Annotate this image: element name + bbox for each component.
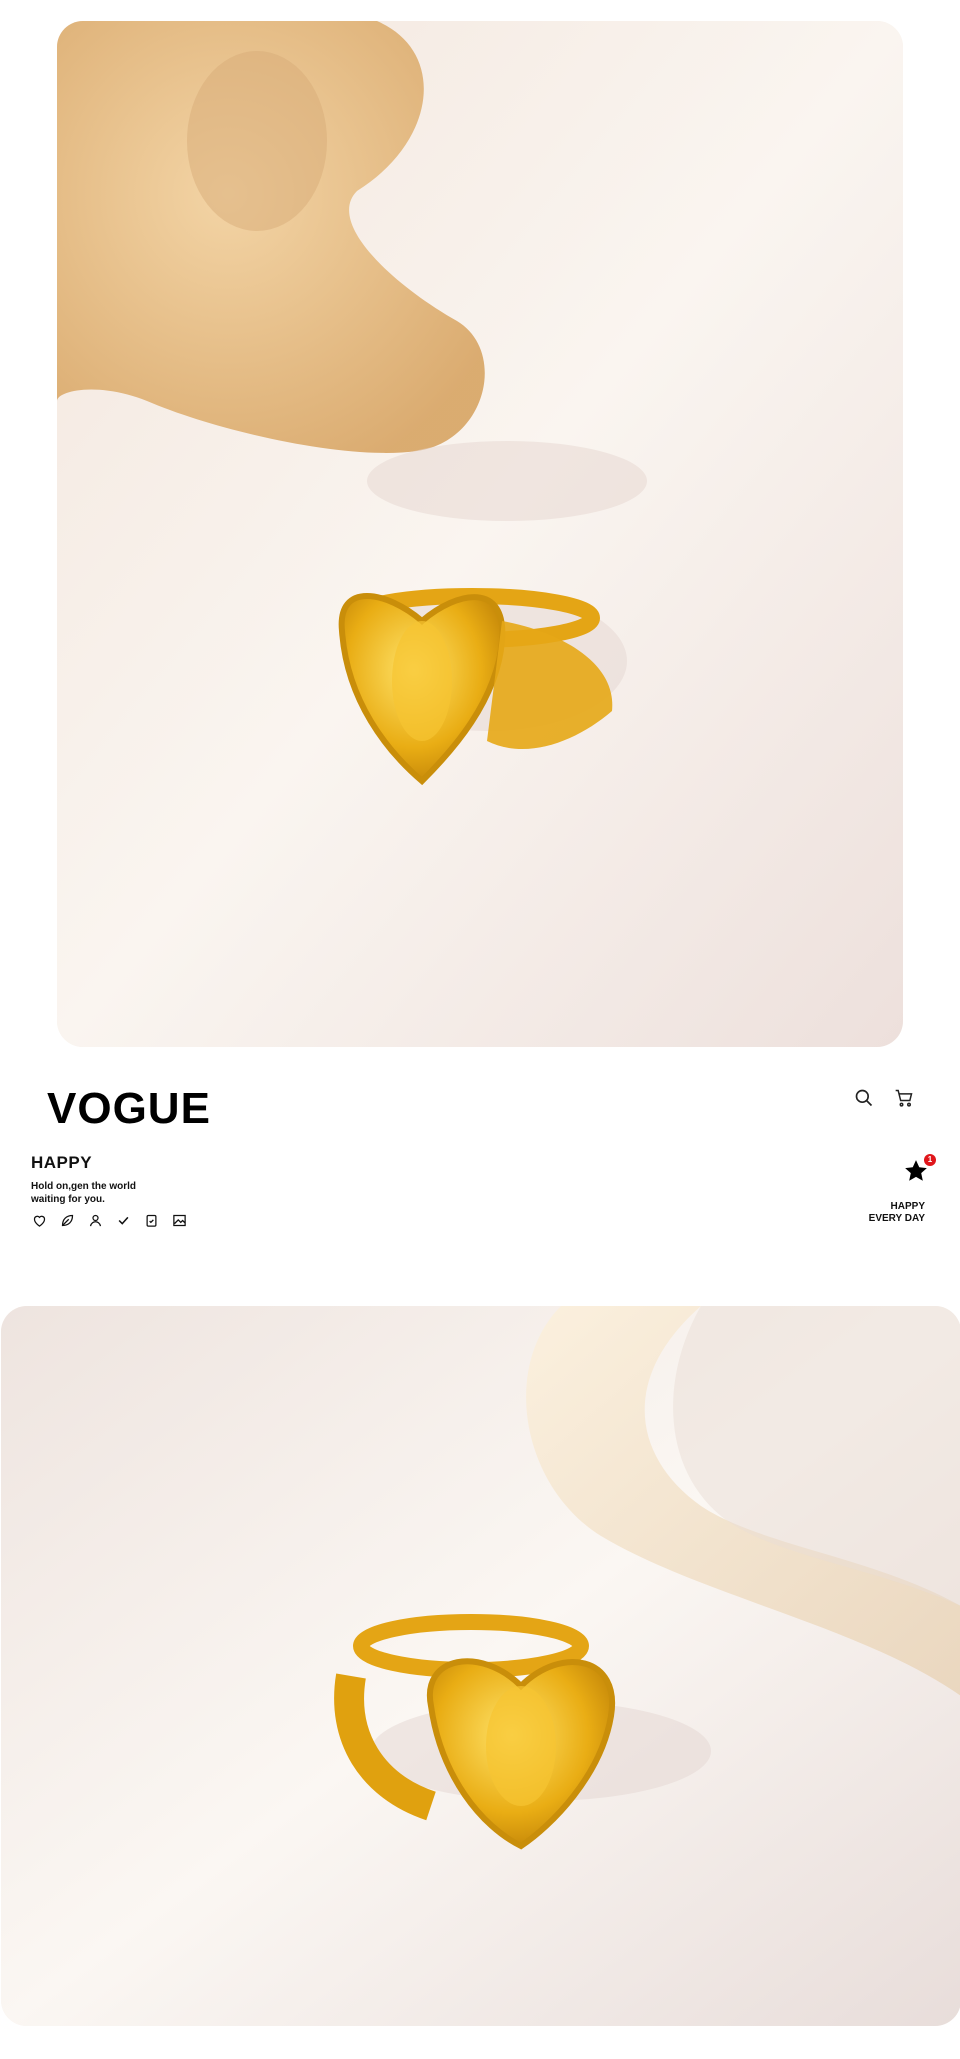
slogan-line-2: EVERY DAY bbox=[868, 1213, 925, 1224]
search-icon[interactable] bbox=[852, 1086, 876, 1110]
product-tagline: Hold on,gen the world waiting for you. bbox=[31, 1180, 151, 1206]
leaf-icon[interactable] bbox=[59, 1212, 76, 1229]
heart-icon[interactable] bbox=[31, 1212, 48, 1229]
product-name: HAPPY bbox=[31, 1153, 93, 1172]
check-icon[interactable] bbox=[115, 1212, 132, 1229]
clipboard-check-icon[interactable] bbox=[143, 1212, 160, 1229]
brand-slogan: HAPPY EVERY DAY bbox=[869, 1201, 925, 1225]
ring-photo-1 bbox=[57, 21, 903, 1047]
ring-photo-2 bbox=[1, 1306, 960, 2026]
header-actions bbox=[852, 1086, 916, 1110]
cart-icon[interactable] bbox=[892, 1086, 916, 1110]
product-image-top bbox=[57, 21, 903, 1047]
tagline-line-2: waiting for you. bbox=[31, 1194, 105, 1205]
product-image-bottom bbox=[1, 1306, 960, 2026]
brand-logo[interactable]: VOGUE bbox=[47, 1084, 211, 1134]
feature-icons bbox=[31, 1212, 188, 1229]
favorites-button[interactable]: 1 bbox=[903, 1154, 936, 1186]
slogan-line-1: HAPPY bbox=[890, 1201, 925, 1212]
tagline-line-1: Hold on,gen the world bbox=[31, 1181, 136, 1192]
image-icon[interactable] bbox=[171, 1212, 188, 1229]
favorites-count-badge: 1 bbox=[924, 1154, 936, 1166]
user-icon[interactable] bbox=[87, 1212, 104, 1229]
